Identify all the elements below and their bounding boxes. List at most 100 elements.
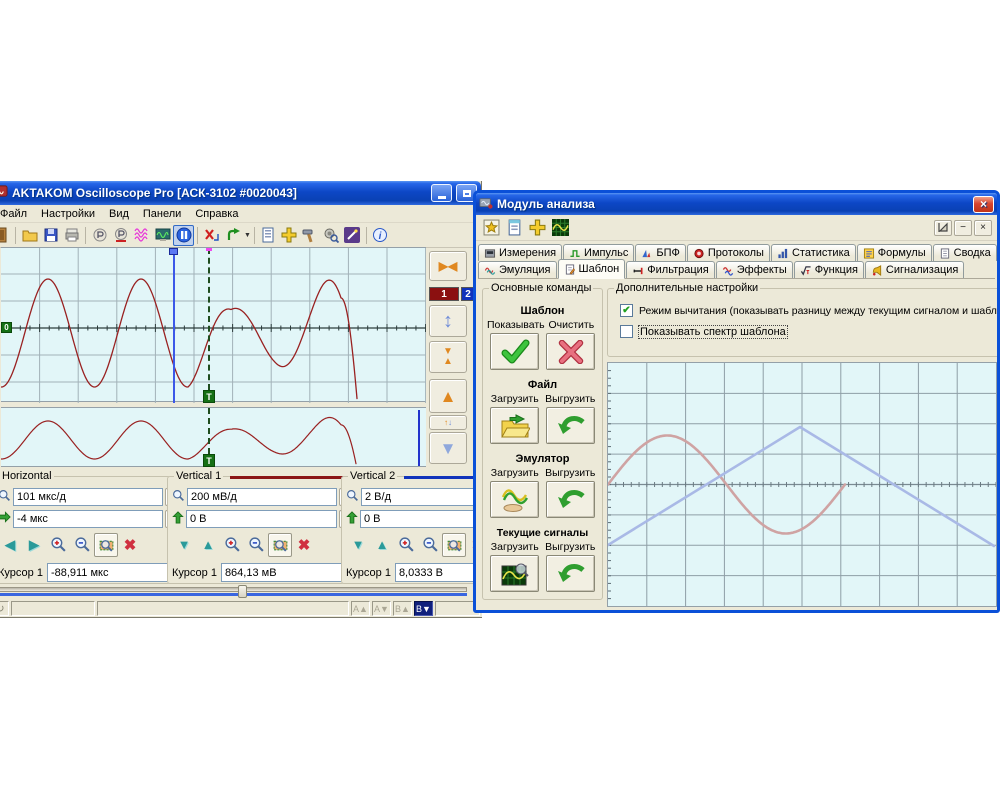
reset-zoom-button[interactable]: ✖ bbox=[118, 533, 142, 557]
v1scale-input[interactable] bbox=[187, 488, 337, 506]
template-chart[interactable] bbox=[607, 362, 997, 607]
scope-screen-icon[interactable] bbox=[550, 217, 571, 238]
menu-view[interactable]: Вид bbox=[102, 208, 136, 220]
tab-svodka[interactable]: Сводка bbox=[933, 244, 997, 261]
save-icon[interactable] bbox=[40, 225, 61, 246]
tab-bpf[interactable]: БПФ bbox=[635, 244, 686, 261]
tab-filtraciya[interactable]: Фильтрация bbox=[626, 261, 714, 278]
scope-display[interactable]: T 0 bbox=[1, 247, 426, 402]
zoom-out-button[interactable] bbox=[244, 533, 268, 557]
show-spectrum-label[interactable]: Показывать спектр шаблона bbox=[639, 326, 787, 338]
tab-shablon[interactable]: Шаблон bbox=[558, 259, 626, 279]
zoom-in-button[interactable] bbox=[394, 533, 418, 557]
hcursor-combobox[interactable]: -88,911 мкс ▼ bbox=[47, 563, 185, 582]
panel-document-icon[interactable] bbox=[258, 225, 279, 246]
exit-icon[interactable] bbox=[0, 225, 12, 246]
reset-zoom-button[interactable]: ✖ bbox=[292, 533, 316, 557]
load-current-signal-button[interactable] bbox=[490, 555, 539, 592]
tab-funkciya[interactable]: Функция bbox=[794, 261, 864, 278]
zoom-window-button[interactable] bbox=[442, 533, 466, 557]
search-settings-icon[interactable] bbox=[321, 225, 342, 246]
tab-signalizaciya[interactable]: Сигнализация bbox=[865, 261, 964, 278]
menu-file[interactable]: Файл bbox=[0, 208, 34, 220]
tab-protokoly[interactable]: Протоколы bbox=[687, 244, 770, 261]
v1offset-input[interactable] bbox=[186, 510, 337, 528]
channel-1-badge[interactable]: 1 bbox=[429, 287, 459, 301]
cursor-handle[interactable] bbox=[169, 248, 178, 255]
measure-cross-icon[interactable] bbox=[279, 225, 300, 246]
horizontal-position-slider[interactable] bbox=[0, 585, 471, 599]
grow-trace-button[interactable]: ▲ bbox=[370, 533, 394, 557]
record-icon[interactable] bbox=[89, 225, 110, 246]
checkbox-checked[interactable]: ✔ bbox=[620, 304, 633, 317]
move-trace-up-button[interactable]: ▲ bbox=[429, 379, 467, 413]
ground-level-marker[interactable]: 0 bbox=[1, 322, 12, 333]
hoffset-input[interactable] bbox=[13, 510, 163, 528]
show-template-button[interactable] bbox=[490, 333, 539, 370]
waves-icon[interactable] bbox=[131, 225, 152, 246]
hscale-input[interactable] bbox=[13, 488, 163, 506]
cursor-line[interactable] bbox=[173, 248, 175, 403]
unload-to-emulator-button[interactable] bbox=[546, 481, 595, 518]
load-from-emulator-button[interactable] bbox=[490, 481, 539, 518]
display-icon[interactable] bbox=[152, 225, 173, 246]
minimize-button[interactable] bbox=[431, 184, 452, 202]
tab-statistika[interactable]: Статистика bbox=[771, 244, 856, 261]
move-trace-down-button[interactable]: ▼ bbox=[429, 432, 467, 464]
subtract-mode-label[interactable]: Режим вычитания (показывать разницу межд… bbox=[639, 305, 1000, 317]
tab-izmereniya[interactable]: Измерения bbox=[478, 244, 562, 261]
slider-thumb[interactable] bbox=[238, 585, 247, 598]
trigger-top-marker[interactable] bbox=[206, 248, 212, 251]
zoom-out-button[interactable] bbox=[70, 533, 94, 557]
grow-trace-button[interactable]: ▲ bbox=[196, 533, 220, 557]
measure-cross-icon[interactable] bbox=[527, 217, 548, 238]
close-button[interactable]: × bbox=[973, 196, 994, 213]
preview-view-edge[interactable] bbox=[418, 410, 420, 466]
chevron-down-icon[interactable]: ▼ bbox=[244, 232, 251, 239]
shrink-trace-button[interactable]: ▼ bbox=[172, 533, 196, 557]
open-file-icon[interactable] bbox=[19, 225, 40, 246]
v1cursor-combobox[interactable]: 864,13 мВ ▼ bbox=[221, 563, 359, 582]
signal-preview[interactable]: T bbox=[1, 407, 426, 467]
trigger-flag[interactable]: T bbox=[203, 390, 215, 403]
unload-current-signal-button[interactable] bbox=[546, 555, 595, 592]
menu-panels[interactable]: Панели bbox=[136, 208, 188, 220]
record-settings-icon[interactable] bbox=[110, 225, 131, 246]
zoom-window-button[interactable] bbox=[268, 533, 292, 557]
zoom-window-button[interactable] bbox=[94, 533, 118, 557]
compress-vertical-button[interactable]: ▼▲ bbox=[429, 341, 467, 373]
report-icon[interactable] bbox=[504, 217, 525, 238]
analysis-titlebar[interactable]: Модуль анализа × bbox=[476, 193, 997, 215]
preview-trigger-flag[interactable]: T bbox=[203, 454, 215, 467]
scroll-right-button[interactable]: ▶ bbox=[22, 533, 46, 557]
rollup-button[interactable] bbox=[934, 220, 952, 236]
pause-button[interactable] bbox=[173, 225, 194, 246]
wizard-icon[interactable] bbox=[342, 225, 363, 246]
center-trace-button[interactable]: ↑↓ bbox=[429, 415, 467, 430]
compress-horizontal-button[interactable]: ▶◀ bbox=[429, 251, 467, 281]
zoom-in-button[interactable] bbox=[46, 533, 70, 557]
minimize-button[interactable]: − bbox=[954, 220, 972, 236]
load-from-file-button[interactable] bbox=[490, 407, 539, 444]
shrink-trace-button[interactable]: ▼ bbox=[346, 533, 370, 557]
unload-to-file-button[interactable] bbox=[546, 407, 595, 444]
favorites-icon[interactable] bbox=[481, 217, 502, 238]
tab-emulyaciya[interactable]: Эмуляция bbox=[478, 261, 557, 278]
expand-vertical-button[interactable]: ↕ bbox=[429, 305, 467, 337]
tab-effekty[interactable]: Эффекты bbox=[716, 261, 793, 278]
tools-icon[interactable] bbox=[300, 225, 321, 246]
clear-template-button[interactable] bbox=[546, 333, 595, 370]
tab-formuly[interactable]: Формулы bbox=[857, 244, 932, 261]
menu-help[interactable]: Справка bbox=[188, 208, 245, 220]
close-panel-button[interactable]: × bbox=[974, 220, 992, 236]
zoom-out-button[interactable] bbox=[418, 533, 442, 557]
clear-signal-icon[interactable] bbox=[201, 225, 222, 246]
scroll-left-button[interactable]: ◀ bbox=[0, 533, 22, 557]
menu-settings[interactable]: Настройки bbox=[34, 208, 102, 220]
info-icon[interactable]: i bbox=[370, 225, 391, 246]
checkbox-unchecked[interactable] bbox=[620, 325, 633, 338]
print-icon[interactable] bbox=[61, 225, 82, 246]
oscilloscope-titlebar[interactable]: AKTAKOM Oscilloscope Pro [АСК-3102 #0020… bbox=[0, 181, 481, 205]
restore-signal-icon[interactable] bbox=[222, 225, 243, 246]
zoom-in-button[interactable] bbox=[220, 533, 244, 557]
